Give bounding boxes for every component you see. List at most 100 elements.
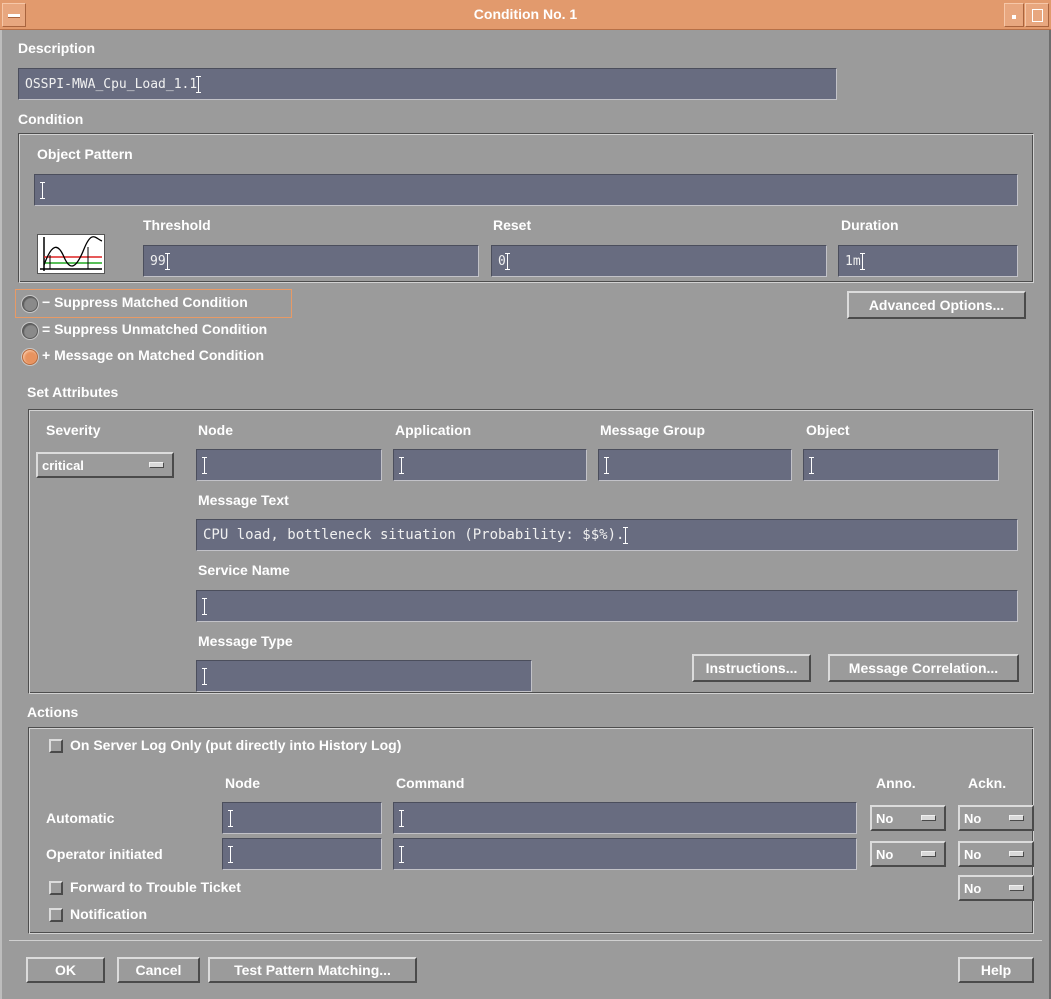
automatic-ackn-value: No — [964, 810, 982, 826]
text-cursor-icon — [399, 456, 404, 474]
message-on-matched-radio[interactable] — [22, 349, 38, 365]
text-cursor-icon — [228, 809, 233, 827]
text-cursor-icon — [40, 181, 45, 199]
maximize-button[interactable] — [1025, 3, 1049, 27]
message-type-input[interactable] — [196, 660, 532, 692]
footer-separator — [9, 940, 1042, 941]
operator-command-input[interactable] — [393, 838, 857, 870]
text-cursor-icon — [228, 845, 233, 863]
application-input[interactable] — [393, 449, 587, 481]
service-name-input[interactable] — [196, 590, 1018, 622]
message-text-label: Message Text — [198, 492, 289, 508]
condition-label: Condition — [18, 111, 84, 127]
window-title: Condition No. 1 — [473, 6, 578, 22]
text-cursor-icon — [202, 597, 207, 615]
suppress-unmatched-radio[interactable] — [22, 323, 38, 339]
minimize-button[interactable] — [1004, 3, 1024, 27]
message-text-input[interactable]: CPU load, bottleneck situation (Probabil… — [196, 519, 1018, 551]
threshold-input[interactable]: 99 — [143, 245, 479, 277]
object-input[interactable] — [803, 449, 999, 481]
object-pattern-label: Object Pattern — [37, 146, 133, 162]
option-menu-indicator-icon — [1009, 851, 1024, 857]
severity-value: critical — [42, 457, 84, 473]
cancel-button[interactable]: Cancel — [117, 957, 200, 983]
message-text-value: CPU load, bottleneck situation (Probabil… — [203, 527, 625, 543]
message-group-input[interactable] — [598, 449, 792, 481]
operator-node-input[interactable] — [222, 838, 382, 870]
automatic-node-input[interactable] — [222, 802, 382, 834]
forward-ackn-select[interactable]: No — [958, 875, 1034, 901]
description-value: OSSPI-MWA_Cpu_Load_1.1 — [25, 76, 198, 92]
application-label: Application — [395, 422, 472, 438]
description-label: Description — [18, 40, 96, 56]
automatic-label: Automatic — [46, 810, 115, 826]
object-label: Object — [806, 422, 850, 438]
reset-label: Reset — [493, 217, 532, 233]
forward-ackn-value: No — [964, 880, 982, 896]
node-label: Node — [198, 422, 233, 438]
anno-label: Anno. — [876, 775, 916, 791]
server-log-only-label[interactable]: On Server Log Only (put directly into Hi… — [70, 737, 401, 753]
text-cursor-icon — [604, 456, 609, 474]
automatic-anno-value: No — [876, 810, 894, 826]
duration-value: 1m — [845, 253, 861, 269]
forward-trouble-ticket-label[interactable]: Forward to Trouble Ticket — [70, 879, 241, 895]
title-bar: Condition No. 1 — [0, 0, 1051, 30]
minimize-icon — [1012, 15, 1016, 19]
forward-trouble-ticket-checkbox[interactable] — [49, 881, 63, 895]
text-cursor-icon — [809, 456, 814, 474]
option-menu-indicator-icon — [1009, 815, 1024, 821]
ackn-label: Ackn. — [968, 775, 1007, 791]
service-name-label: Service Name — [198, 562, 290, 578]
message-correlation-button[interactable]: Message Correlation... — [828, 654, 1019, 682]
test-pattern-matching-button[interactable]: Test Pattern Matching... — [208, 957, 417, 983]
text-cursor-icon — [164, 252, 170, 270]
operator-ackn-value: No — [964, 846, 982, 862]
duration-input[interactable]: 1m — [838, 245, 1018, 277]
notification-checkbox[interactable] — [49, 908, 63, 922]
automatic-ackn-select[interactable]: No — [958, 805, 1034, 831]
suppress-matched-radio[interactable] — [22, 296, 38, 312]
set-attributes-label: Set Attributes — [27, 384, 119, 400]
severity-select[interactable]: critical — [36, 452, 174, 478]
text-cursor-icon — [399, 845, 404, 863]
message-on-matched-label[interactable]: + Message on Matched Condition — [42, 347, 264, 363]
notification-label[interactable]: Notification — [70, 906, 147, 922]
command-label: Command — [396, 775, 465, 791]
node-input[interactable] — [196, 449, 382, 481]
instructions-button[interactable]: Instructions... — [692, 654, 811, 682]
option-menu-indicator-icon — [921, 815, 936, 821]
ok-button[interactable]: OK — [26, 957, 105, 983]
suppress-unmatched-label[interactable]: = Suppress Unmatched Condition — [42, 321, 267, 337]
duration-label: Duration — [841, 217, 899, 233]
text-cursor-icon — [859, 252, 865, 270]
text-cursor-icon — [196, 75, 202, 93]
object-pattern-input[interactable] — [34, 174, 1018, 206]
option-menu-indicator-icon — [1009, 885, 1024, 891]
suppress-matched-label[interactable]: − Suppress Matched Condition — [42, 294, 248, 310]
reset-value: 0 — [498, 253, 506, 269]
text-cursor-icon — [399, 809, 404, 827]
action-node-label: Node — [225, 775, 260, 791]
server-log-only-checkbox[interactable] — [49, 739, 63, 753]
text-cursor-icon — [202, 456, 207, 474]
threshold-chart-icon — [37, 234, 105, 274]
message-type-label: Message Type — [198, 633, 293, 649]
reset-input[interactable]: 0 — [491, 245, 827, 277]
advanced-options-button[interactable]: Advanced Options... — [847, 291, 1026, 319]
threshold-value: 99 — [150, 253, 166, 269]
automatic-command-input[interactable] — [393, 802, 857, 834]
description-input[interactable]: OSSPI-MWA_Cpu_Load_1.1 — [18, 68, 837, 100]
help-button[interactable]: Help — [958, 957, 1034, 983]
option-menu-indicator-icon — [149, 462, 164, 468]
text-cursor-icon — [202, 667, 207, 685]
automatic-anno-select[interactable]: No — [870, 805, 946, 831]
message-group-label: Message Group — [600, 422, 706, 438]
operator-ackn-select[interactable]: No — [958, 841, 1034, 867]
threshold-label: Threshold — [143, 217, 211, 233]
text-cursor-icon — [504, 252, 510, 270]
severity-label: Severity — [46, 422, 101, 438]
operator-anno-select[interactable]: No — [870, 841, 946, 867]
maximize-icon — [1032, 9, 1043, 22]
option-menu-indicator-icon — [921, 851, 936, 857]
